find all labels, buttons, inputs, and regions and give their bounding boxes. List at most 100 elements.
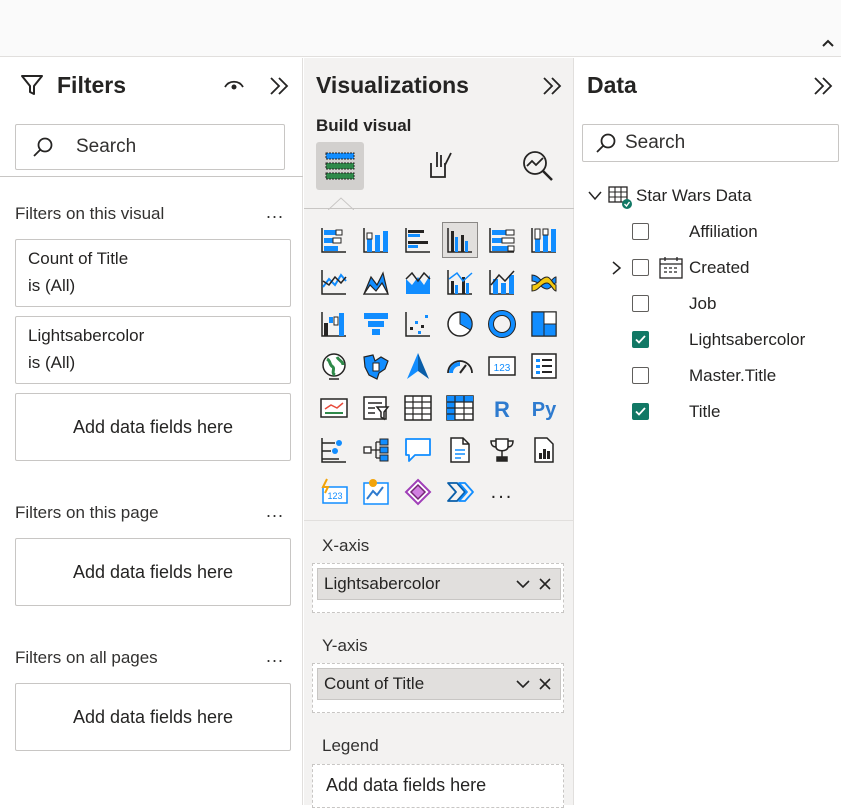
eye-icon[interactable] [222, 74, 246, 98]
search-icon [32, 136, 54, 158]
filter-funnel-icon [20, 73, 44, 97]
power-automate-flow-icon[interactable] [442, 474, 478, 510]
waterfall-chart-icon[interactable] [316, 306, 352, 342]
collapse-pane-icon[interactable] [811, 74, 835, 98]
decomposition-tree-icon[interactable] [358, 432, 394, 468]
search-icon [595, 132, 617, 154]
x-axis-well: Lightsabercolor [312, 563, 564, 613]
add-filter-visual-dropzone[interactable]: Add data fields here [15, 393, 291, 461]
field-name: Job [689, 294, 717, 313]
filter-card-count-of-title[interactable]: Count of Title is (All) [15, 239, 291, 307]
more-options-all[interactable]: ... [266, 646, 284, 667]
field-checkbox[interactable] [632, 367, 649, 384]
filled-map-icon[interactable] [358, 348, 394, 384]
treemap-icon[interactable] [526, 306, 562, 342]
add-filter-page-dropzone[interactable]: Add data fields here [15, 538, 291, 606]
power-automate-visual-icon[interactable] [358, 474, 394, 510]
area-chart-icon[interactable] [358, 264, 394, 300]
stacked-bar-chart-icon[interactable] [316, 222, 352, 258]
field-checkbox[interactable] [632, 259, 649, 276]
field-row-lightsabercolor[interactable]: Lightsabercolor [575, 325, 841, 355]
chevron-down-icon[interactable] [587, 189, 603, 208]
clustered-bar-chart-icon[interactable] [400, 222, 436, 258]
card-icon[interactable]: 123 [484, 348, 520, 384]
field-checkbox-checked[interactable] [632, 403, 649, 420]
collapse-pane-icon[interactable] [267, 74, 291, 98]
build-visual-icon [323, 149, 357, 183]
line-chart-icon[interactable] [316, 264, 352, 300]
paginated-report-icon[interactable] [526, 432, 562, 468]
field-checkbox-checked[interactable] [632, 331, 649, 348]
more-visuals-label: ... [490, 480, 514, 503]
100-stacked-bar-chart-icon[interactable] [484, 222, 520, 258]
stacked-area-chart-icon[interactable] [400, 264, 436, 300]
chevron-down-icon[interactable] [512, 673, 534, 695]
scatter-chart-icon[interactable] [400, 306, 436, 342]
ribbon-chart-icon[interactable] [526, 264, 562, 300]
filters-title: Filters [57, 72, 127, 98]
more-options-visual[interactable]: ... [266, 202, 284, 223]
clustered-column-chart-icon[interactable] [442, 222, 478, 258]
gauge-icon[interactable] [442, 348, 478, 384]
trophy-goals-icon[interactable] [484, 432, 520, 468]
field-checkbox[interactable] [632, 223, 649, 240]
build-visual-tab[interactable] [316, 142, 364, 190]
legend-well-dropzone[interactable]: Add data fields here [312, 764, 564, 808]
100-stacked-column-chart-icon[interactable] [526, 222, 562, 258]
line-clustered-column-chart-icon[interactable] [442, 264, 478, 300]
multi-row-card-icon[interactable] [526, 348, 562, 384]
field-name: Lightsabercolor [689, 330, 806, 349]
x-axis-well-label: X-axis [322, 536, 370, 555]
visualizations-title: Visualizations [316, 72, 469, 98]
line-stacked-column-chart-icon[interactable] [484, 264, 520, 300]
more-visuals-button[interactable]: ... [484, 474, 520, 510]
field-row-created[interactable]: Created [575, 253, 841, 283]
add-filter-all-dropzone[interactable]: Add data fields here [15, 683, 291, 751]
python-visual-icon[interactable]: Py [526, 390, 562, 426]
table-node-star-wars-data[interactable]: Star Wars Data [575, 181, 841, 211]
data-search-input[interactable]: Search [582, 124, 839, 162]
x-axis-field-pill[interactable]: Lightsabercolor [317, 568, 561, 600]
more-options-page[interactable]: ... [266, 501, 284, 522]
filter-card-lightsabercolor[interactable]: Lightsabercolor is (All) [15, 316, 291, 384]
collapse-pane-icon[interactable] [540, 74, 564, 98]
filter-card-field: Count of Title [28, 249, 129, 268]
filters-on-page-heading: Filters on this page [15, 503, 159, 522]
remove-field-icon[interactable] [534, 673, 556, 695]
y-axis-well: Count of Title [312, 663, 564, 713]
stacked-column-chart-icon[interactable] [358, 222, 394, 258]
pie-chart-icon[interactable] [442, 306, 478, 342]
field-row-master-title[interactable]: Master.Title [575, 361, 841, 391]
field-checkbox[interactable] [632, 295, 649, 312]
field-row-affiliation[interactable]: Affiliation [575, 217, 841, 247]
format-visual-tab[interactable] [416, 142, 464, 190]
field-row-title[interactable]: Title [575, 397, 841, 427]
chevron-up-icon[interactable] [819, 34, 837, 52]
filters-search-input[interactable]: Search [15, 124, 285, 170]
chevron-right-icon[interactable] [609, 260, 623, 281]
smart-narrative-icon[interactable] [442, 432, 478, 468]
key-influencers-icon[interactable] [316, 432, 352, 468]
matrix-icon[interactable] [442, 390, 478, 426]
metrics-visual-icon[interactable]: 123 [316, 474, 352, 510]
filters-on-all-pages-heading: Filters on all pages [15, 648, 158, 667]
azure-map-icon[interactable] [400, 348, 436, 384]
table-icon [608, 185, 632, 214]
analytics-magnifier-icon [520, 148, 556, 184]
field-row-job[interactable]: Job [575, 289, 841, 319]
funnel-chart-icon[interactable] [358, 306, 394, 342]
map-icon[interactable] [316, 348, 352, 384]
paintbrush-icon [423, 149, 457, 183]
r-script-visual-icon[interactable]: R [484, 390, 520, 426]
remove-field-icon[interactable] [534, 573, 556, 595]
power-apps-visual-icon[interactable] [400, 474, 436, 510]
qa-visual-icon[interactable] [400, 432, 436, 468]
slicer-icon[interactable] [358, 390, 394, 426]
kpi-icon[interactable] [316, 390, 352, 426]
y-axis-field-pill[interactable]: Count of Title [317, 668, 561, 700]
table-icon[interactable] [400, 390, 436, 426]
donut-chart-icon[interactable] [484, 306, 520, 342]
analytics-tab[interactable] [514, 142, 562, 190]
chevron-down-icon[interactable] [512, 573, 534, 595]
field-name: Affiliation [689, 222, 758, 241]
